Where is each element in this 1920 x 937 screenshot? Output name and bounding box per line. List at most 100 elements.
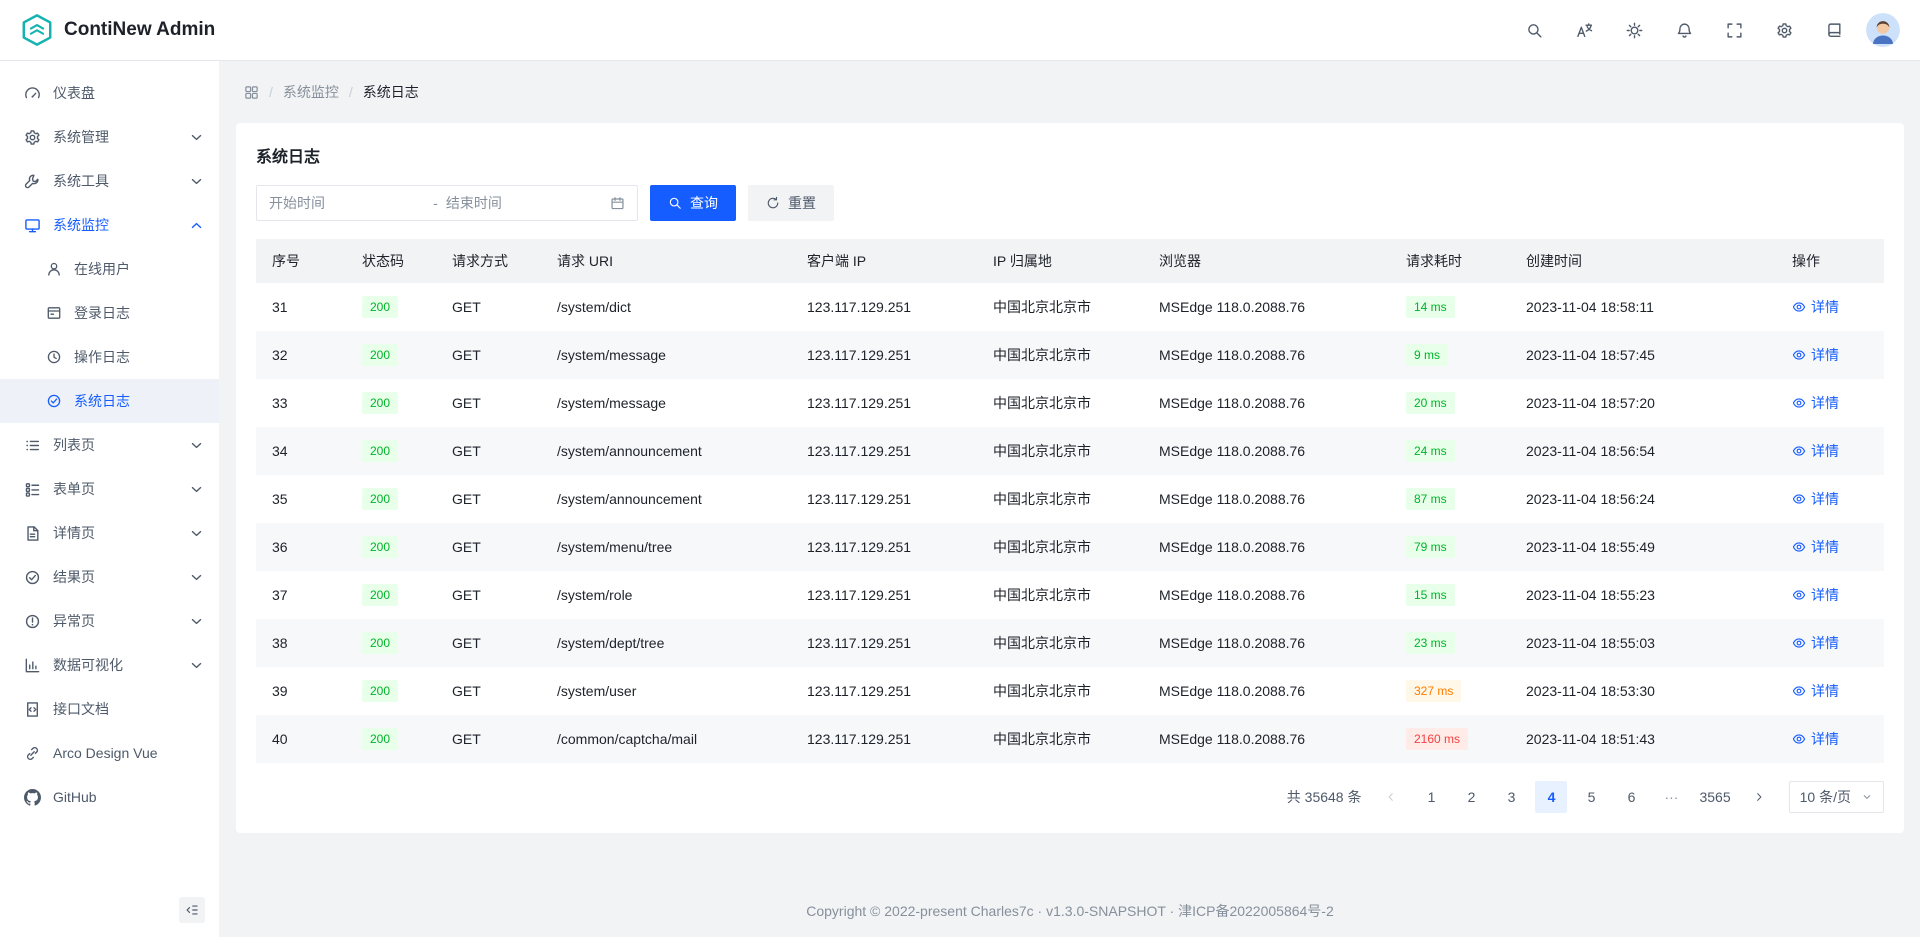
start-time-input[interactable] [269, 195, 425, 211]
search-icon [668, 196, 682, 210]
sidebar-item-label: 接口文档 [53, 699, 205, 719]
book-icon [1826, 22, 1843, 39]
search-button[interactable] [1516, 12, 1552, 48]
sidebar-item-data-visualization[interactable]: 数据可视化 [0, 643, 219, 687]
cell-no: 36 [256, 523, 346, 571]
cell-status: 200 [346, 379, 436, 427]
apps-icon[interactable] [244, 85, 259, 100]
table-row: 34200GET/system/announcement123.117.129.… [256, 427, 1884, 475]
status-badge: 200 [362, 584, 398, 606]
detail-link[interactable]: 详情 [1792, 585, 1839, 605]
sidebar-item-label: 系统管理 [53, 127, 176, 147]
sidebar-item-api-docs[interactable]: 接口文档 [0, 687, 219, 731]
page-button-3[interactable]: 3 [1495, 781, 1527, 813]
sidebar-item-dashboard[interactable]: 仪表盘 [0, 71, 219, 115]
docs-button[interactable] [1816, 12, 1852, 48]
page-button-4[interactable]: 4 [1535, 781, 1567, 813]
header-actions [1516, 12, 1900, 48]
search-button[interactable]: 查询 [650, 185, 736, 221]
prev-page-button[interactable] [1375, 781, 1407, 813]
user-icon [46, 261, 62, 277]
cell-ip: 123.117.129.251 [791, 667, 977, 715]
page-button-6[interactable]: 6 [1615, 781, 1647, 813]
sidebar-item-label: 数据可视化 [53, 655, 176, 675]
page-button-5[interactable]: 5 [1575, 781, 1607, 813]
chevron-down-icon [188, 657, 205, 674]
detail-link[interactable]: 详情 [1792, 297, 1839, 317]
sidebar-collapse-button[interactable] [179, 897, 205, 923]
settings-button[interactable] [1766, 12, 1802, 48]
translate-button[interactable] [1566, 12, 1602, 48]
sidebar-item-operation-logs[interactable]: 操作日志 [0, 335, 219, 379]
detail-link[interactable]: 详情 [1792, 633, 1839, 653]
sidebar-item-system-logs[interactable]: 系统日志 [0, 379, 219, 423]
page-ellipsis[interactable]: ··· [1655, 781, 1687, 813]
status-badge: 200 [362, 392, 398, 414]
detail-link-label: 详情 [1811, 441, 1839, 461]
sidebar-item-system-management[interactable]: 系统管理 [0, 115, 219, 159]
sidebar-item-online-users[interactable]: 在线用户 [0, 247, 219, 291]
sidebar-item-system-monitor[interactable]: 系统监控 [0, 203, 219, 247]
sidebar-item-github[interactable]: GitHub [0, 775, 219, 819]
tool-icon [24, 173, 41, 190]
doc-icon [24, 701, 41, 718]
sidebar-item-list-page[interactable]: 列表页 [0, 423, 219, 467]
login-log-icon [46, 305, 62, 321]
sidebar-item-detail-page[interactable]: 详情页 [0, 511, 219, 555]
cell-uri: /system/message [541, 379, 791, 427]
filter-bar: - 查询 重置 [256, 185, 1884, 221]
sidebar-item-system-tools[interactable]: 系统工具 [0, 159, 219, 203]
sidebar-item-result-page[interactable]: 结果页 [0, 555, 219, 599]
chevron-up-icon [188, 217, 205, 234]
detail-link[interactable]: 详情 [1792, 393, 1839, 413]
gear-icon [24, 129, 41, 146]
detail-link[interactable]: 详情 [1792, 345, 1839, 365]
duration-badge: 23 ms [1406, 632, 1455, 654]
sidebar-item-exception-page[interactable]: 异常页 [0, 599, 219, 643]
sidebar-item-label: 表单页 [53, 479, 176, 499]
sidebar-item-form-page[interactable]: 表单页 [0, 467, 219, 511]
link-icon [24, 745, 41, 762]
cell-no: 32 [256, 331, 346, 379]
page-button-2[interactable]: 2 [1455, 781, 1487, 813]
sidebar-item-arco-design-vue[interactable]: Arco Design Vue [0, 731, 219, 775]
app-title: ContiNew Admin [64, 19, 215, 41]
sidebar: 仪表盘系统管理系统工具系统监控在线用户登录日志操作日志系统日志列表页表单页详情页… [0, 61, 220, 937]
sidebar-item-label: Arco Design Vue [53, 745, 205, 761]
breadcrumb: / 系统监控 / 系统日志 [236, 61, 1904, 123]
cell-duration: 2160 ms [1390, 715, 1510, 763]
sidebar-item-login-logs[interactable]: 登录日志 [0, 291, 219, 335]
eye-icon [1792, 588, 1806, 602]
theme-button[interactable] [1616, 12, 1652, 48]
date-range-picker[interactable]: - [256, 185, 638, 221]
eye-icon [1792, 540, 1806, 554]
detail-link-label: 详情 [1811, 345, 1839, 365]
detail-link[interactable]: 详情 [1792, 537, 1839, 557]
detail-link[interactable]: 详情 [1792, 441, 1839, 461]
translate-icon [1576, 22, 1593, 39]
cell-browser: MSEdge 118.0.2088.76 [1143, 283, 1390, 331]
notifications-button[interactable] [1666, 12, 1702, 48]
cell-ip: 123.117.129.251 [791, 427, 977, 475]
end-time-input[interactable] [446, 195, 602, 211]
next-page-button[interactable] [1743, 781, 1775, 813]
reset-button[interactable]: 重置 [748, 185, 834, 221]
page-size-select[interactable]: 10 条/页 [1789, 781, 1884, 813]
cell-browser: MSEdge 118.0.2088.76 [1143, 667, 1390, 715]
eye-icon [1792, 300, 1806, 314]
detail-link[interactable]: 详情 [1792, 729, 1839, 749]
breadcrumb-item-monitor[interactable]: 系统监控 [283, 82, 339, 102]
sidebar-item-label: 在线用户 [74, 259, 205, 279]
detail-link[interactable]: 详情 [1792, 681, 1839, 701]
cell-uri: /system/announcement [541, 475, 791, 523]
search-button-label: 查询 [690, 193, 718, 213]
detail-link[interactable]: 详情 [1792, 489, 1839, 509]
page-button-3565[interactable]: 3565 [1695, 781, 1734, 813]
fullscreen-button[interactable] [1716, 12, 1752, 48]
chevron-right-icon [1753, 791, 1765, 803]
page-button-1[interactable]: 1 [1415, 781, 1447, 813]
user-avatar[interactable] [1866, 13, 1900, 47]
detail-link-label: 详情 [1811, 537, 1839, 557]
brand[interactable]: ContiNew Admin [20, 13, 215, 47]
status-badge: 200 [362, 632, 398, 654]
